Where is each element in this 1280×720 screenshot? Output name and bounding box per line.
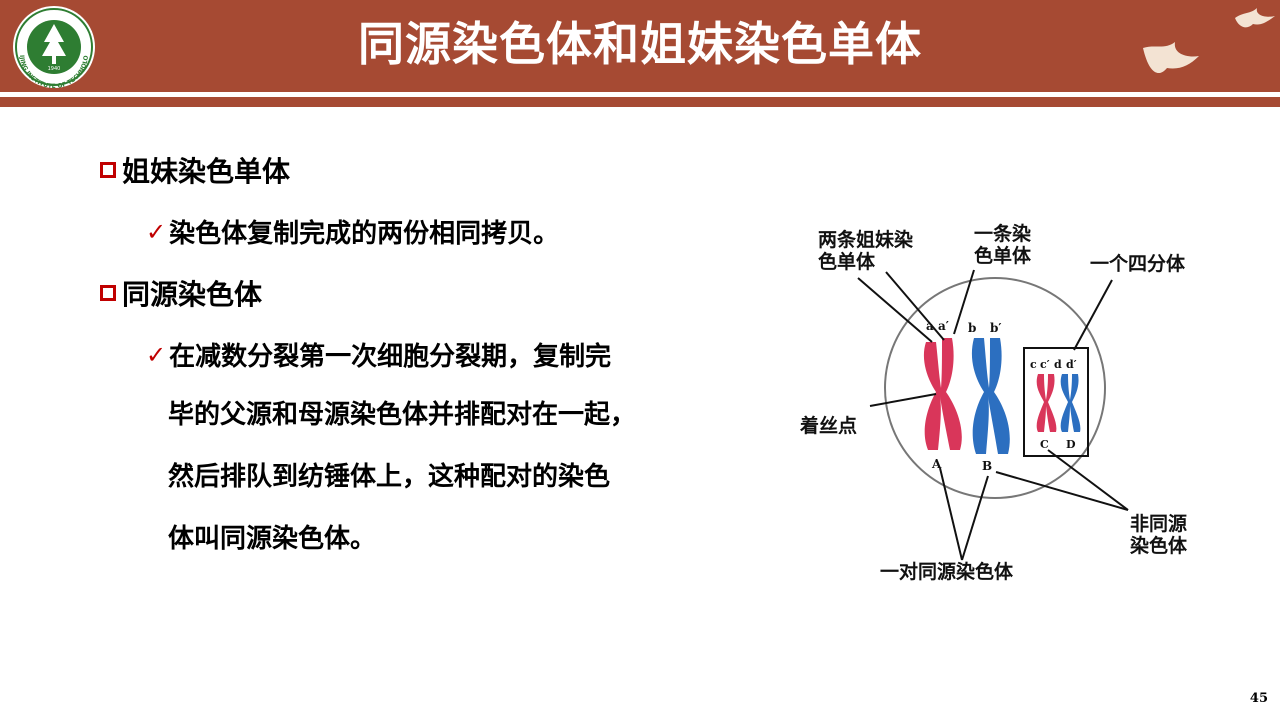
sub-bullet-sister-def: ✓ 染色体复制完成的两份相同拷贝。 xyxy=(146,213,559,250)
letter-c: c xyxy=(1030,358,1037,371)
chromosome-diagram: a a′ b b′ c c′ d d′ A B C D 两条姐妹染 色单体 一条… xyxy=(800,222,1188,583)
chromosome-C xyxy=(1036,374,1057,432)
paragraph-line: 毕的父源和母源染色体并排配对在一起， xyxy=(168,400,637,430)
bullet-sister-chromatids: 姐妹染色单体 xyxy=(100,150,290,190)
birds-decoration-icon xyxy=(1143,8,1275,74)
bullet-homologous: 同源染色体 xyxy=(100,273,262,313)
chromosome-D xyxy=(1060,374,1081,432)
letter-C: C xyxy=(1040,438,1049,451)
label-tetrad: 一个四分体 xyxy=(1090,252,1186,275)
label-nonhomologous-line2: 染色体 xyxy=(1130,534,1188,557)
page-number: 45 xyxy=(1249,691,1268,706)
sub-bullet-homologous-def: ✓ 在减数分裂第一次细胞分裂期，复制完 xyxy=(146,336,611,373)
letter-B: B xyxy=(982,459,992,473)
paragraph-line: 体叫同源染色体。 xyxy=(168,524,377,554)
label-nonhomologous-line1: 非同源 xyxy=(1130,512,1187,535)
label-chromatid-line2: 色单体 xyxy=(974,244,1032,267)
sub-bullet-text: 染色体复制完成的两份相同拷贝。 xyxy=(169,219,560,249)
chromosome-A xyxy=(923,338,962,450)
square-bullet-icon xyxy=(100,162,116,178)
check-icon: ✓ xyxy=(146,340,167,369)
label-centromere: 着丝点 xyxy=(800,414,857,437)
label-homologous-pair: 一对同源染色体 xyxy=(880,560,1014,583)
check-icon: ✓ xyxy=(146,217,167,246)
paragraph-line: 然后排队到纺锤体上，这种配对的染色 xyxy=(168,462,611,492)
paragraph-line: 在减数分裂第一次细胞分裂期，复制完 xyxy=(169,342,612,372)
letter-D: D xyxy=(1066,438,1076,451)
bullet-heading: 姐妹染色单体 xyxy=(122,155,291,188)
label-chromatid-line1: 一条染 xyxy=(974,222,1031,245)
header-divider-lower xyxy=(0,97,1280,107)
page-title: 同源染色体和姐妹染色单体 xyxy=(358,17,922,71)
square-bullet-icon xyxy=(100,285,116,301)
letter-c-prime: c′ xyxy=(1040,358,1050,371)
letter-a-prime: a′ xyxy=(938,319,949,333)
label-sister-line2: 色单体 xyxy=(818,250,876,273)
letter-d-prime: d′ xyxy=(1066,358,1077,371)
label-sister-line1: 两条姐妹染 xyxy=(818,228,913,251)
letter-d: d xyxy=(1054,358,1062,371)
chromosome-B xyxy=(971,338,1010,454)
letter-b-prime: b′ xyxy=(990,321,1002,335)
letter-b: b xyxy=(968,321,976,335)
bullet-heading: 同源染色体 xyxy=(122,278,263,311)
